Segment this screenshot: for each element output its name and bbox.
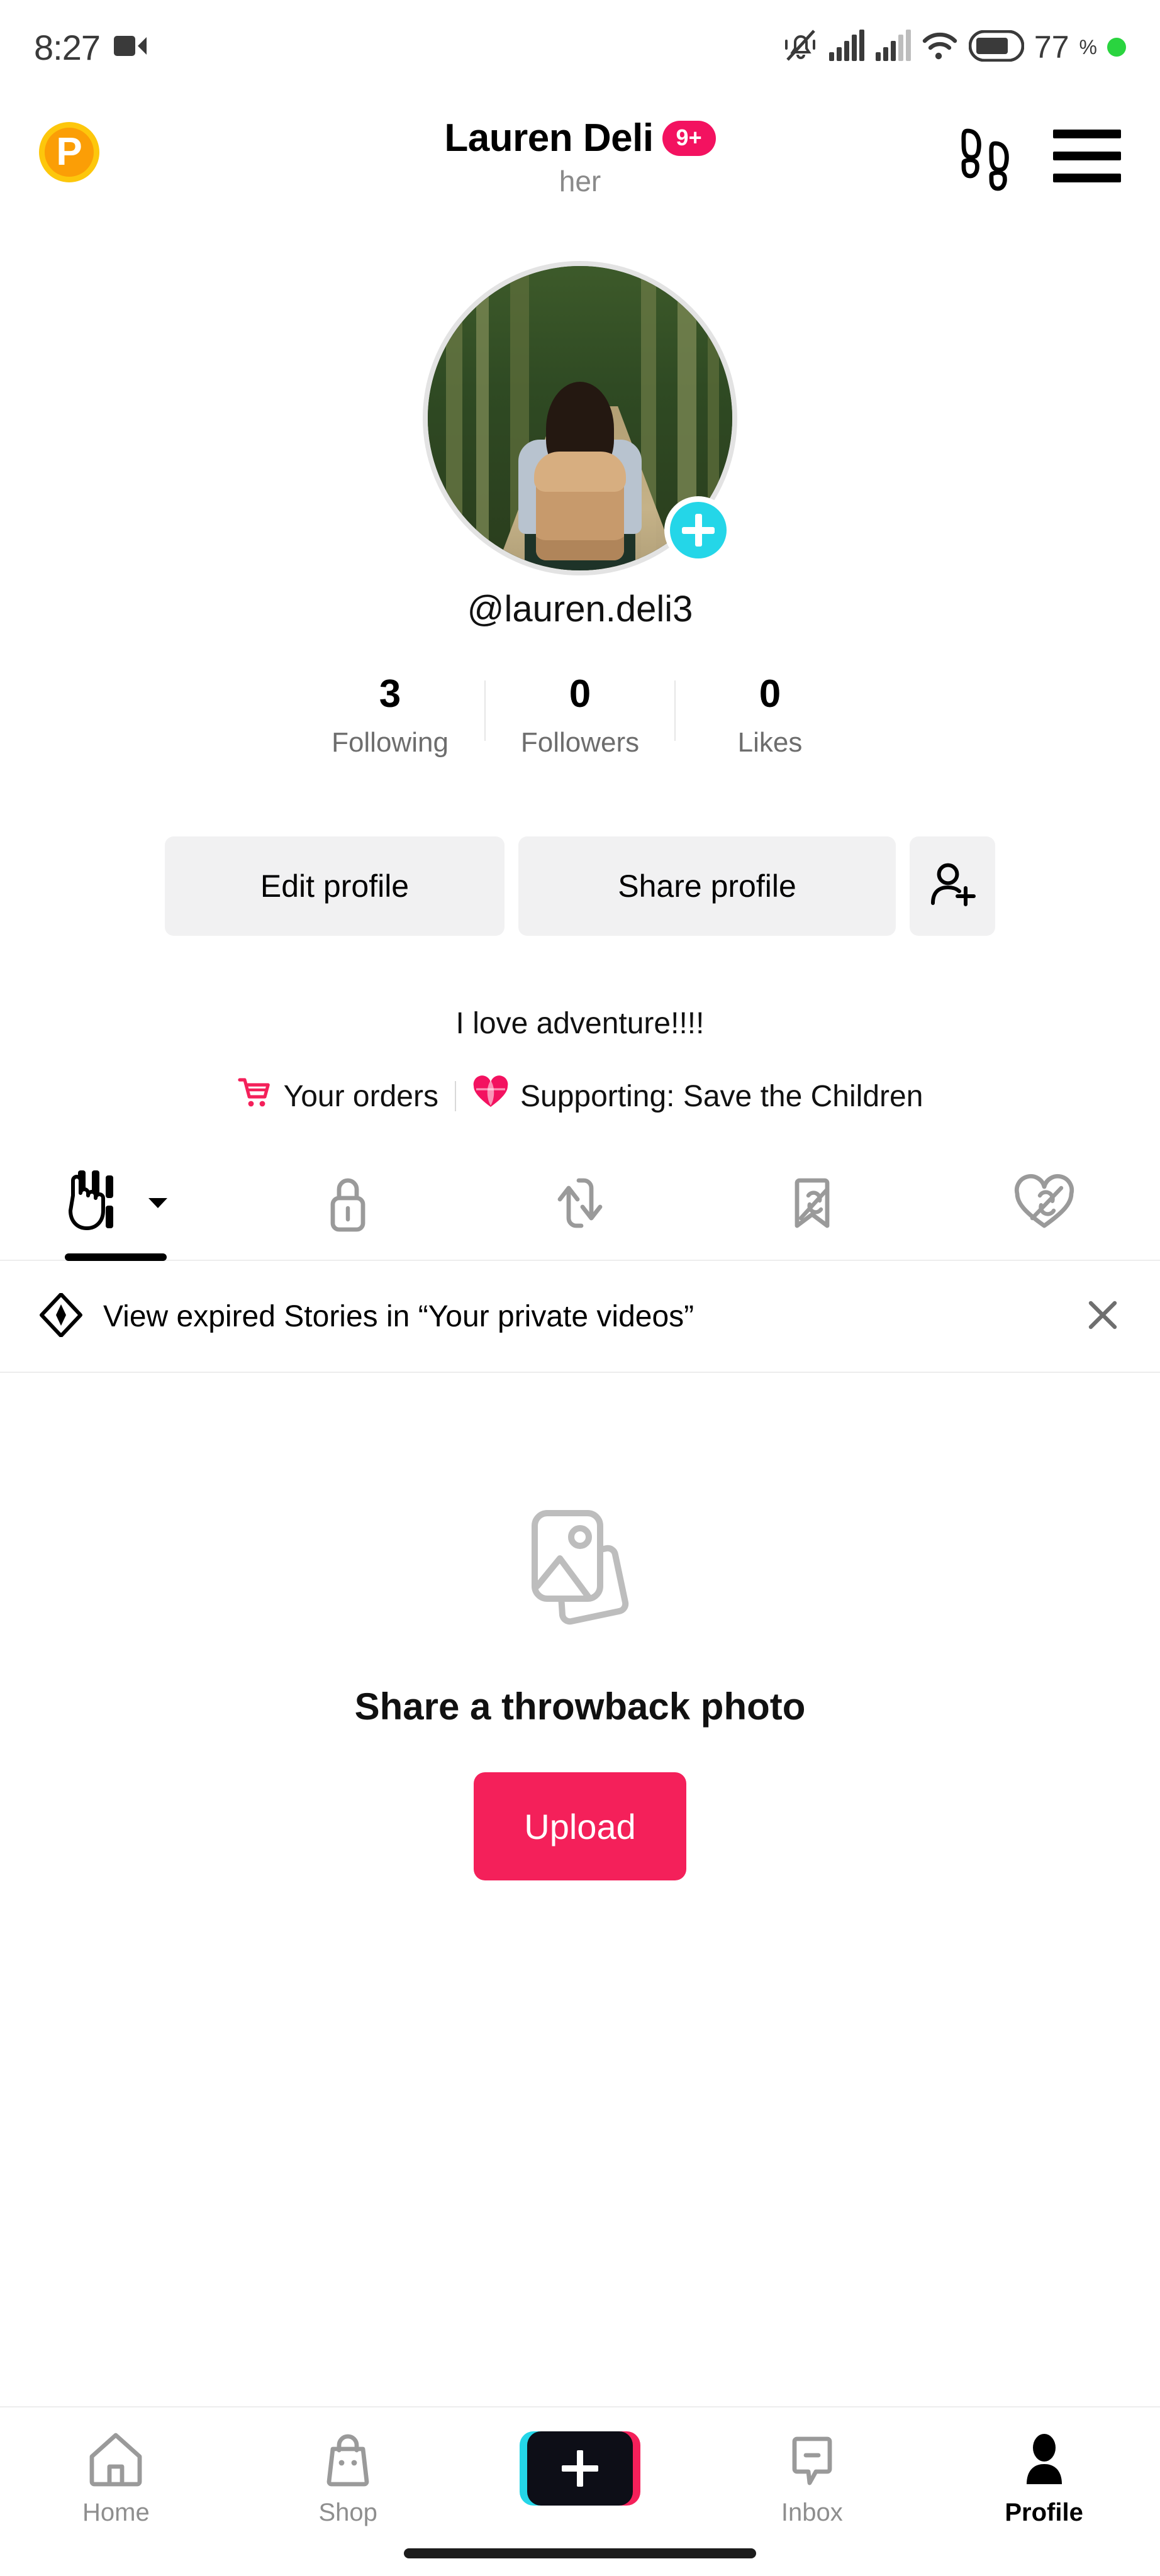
stat-label: Likes (737, 727, 803, 758)
nav-item-home[interactable]: Home (0, 2431, 232, 2527)
profile-bio: I love adventure!!!! (455, 1007, 705, 1040)
title-row[interactable]: Lauren Deli 9+ (444, 116, 716, 160)
hiker-backpack-flap (534, 452, 626, 492)
tab-liked[interactable] (928, 1160, 1160, 1260)
add-friends-button[interactable] (910, 836, 995, 936)
create-button-wrap[interactable] (519, 2431, 640, 2506)
nav-label: Inbox (781, 2499, 843, 2526)
empty-state-title: Share a throwback photo (354, 1685, 806, 1728)
nav-label: Shop (318, 2499, 377, 2526)
your-orders-link[interactable]: Your orders (237, 1076, 438, 1116)
nav-item-inbox[interactable]: Inbox (696, 2431, 928, 2527)
cellular-signal-icon (874, 29, 911, 65)
hamburger-line (1053, 130, 1121, 138)
home-icon (87, 2431, 145, 2490)
heart-hidden-icon (1013, 1173, 1075, 1236)
your-orders-label: Your orders (283, 1079, 438, 1113)
close-icon[interactable] (1085, 1297, 1121, 1336)
status-bar-left: 8:27 (34, 27, 147, 68)
lock-icon (320, 1173, 376, 1236)
tab-saved[interactable] (696, 1160, 928, 1260)
message-icon (783, 2431, 841, 2490)
nav-label: Profile (1005, 2499, 1083, 2526)
battery-icon (968, 30, 1025, 65)
nav-item-profile[interactable]: Profile (928, 2431, 1160, 2527)
shopping-cart-icon (237, 1076, 272, 1116)
share-profile-button[interactable]: Share profile (518, 836, 896, 936)
tab-private[interactable] (232, 1160, 464, 1260)
wifi-icon (921, 30, 959, 65)
profile-stats: 3 Following 0 Followers 0 Likes (0, 672, 1160, 758)
profile-header: P Lauren Deli 9+ her (0, 94, 1160, 208)
cellular-signal-icon (828, 29, 864, 65)
bell-muted-icon (784, 28, 818, 67)
supporting-label: Supporting: Save the Children (520, 1079, 923, 1113)
supporting-link[interactable]: Supporting: Save the Children (472, 1075, 923, 1117)
create-plus-icon[interactable] (519, 2431, 640, 2506)
profile-actions: Edit profile Share profile (0, 836, 1160, 936)
profile-tabs (0, 1160, 1160, 1261)
grid-posts-icon (63, 1168, 138, 1241)
stat-value: 0 (569, 672, 591, 716)
links-divider (454, 1081, 456, 1111)
stat-label: Following (332, 727, 449, 758)
banner-text: View expired Stories in “Your private vi… (103, 1299, 694, 1333)
status-bar-right: 77 % (784, 28, 1126, 67)
home-indicator (404, 2548, 756, 2558)
plus-glyph (561, 2450, 598, 2487)
upload-button[interactable]: Upload (474, 1772, 686, 1880)
tree-trunk (476, 266, 489, 570)
photo-stack-icon (511, 1503, 649, 1638)
stat-label: Followers (520, 727, 640, 758)
charity-heart-icon (472, 1075, 509, 1117)
empty-state: Share a throwback photo Upload (0, 1503, 1160, 1880)
tab-posts[interactable] (0, 1160, 232, 1261)
stat-value: 3 (379, 672, 401, 716)
privacy-indicator-dot (1107, 38, 1126, 57)
tiktok-profile-screen: 8:27 77 % P Lauren Deli 9+ her @lauren.d… (0, 0, 1160, 2576)
stat-value: 0 (759, 672, 781, 716)
stat-following[interactable]: 3 Following (296, 672, 484, 758)
hamburger-line (1053, 174, 1121, 182)
nav-item-create[interactable] (464, 2431, 696, 2514)
video-camera-icon (114, 33, 147, 62)
avatar-container[interactable] (423, 261, 737, 575)
notification-badge: 9+ (662, 120, 716, 156)
shopping-bag-icon (319, 2431, 377, 2490)
expired-stories-banner[interactable]: View expired Stories in “Your private vi… (0, 1261, 1160, 1373)
status-bar: 8:27 77 % (0, 0, 1160, 94)
hamburger-menu-icon[interactable] (1053, 130, 1121, 182)
sparkle-circle-icon (39, 1292, 83, 1340)
username[interactable]: @lauren.deli3 (0, 588, 1160, 630)
tree-trunk (446, 266, 463, 570)
nav-label: Home (82, 2499, 150, 2526)
tab-reposts[interactable] (464, 1160, 696, 1260)
status-time: 8:27 (34, 27, 101, 67)
repost-loop-icon (551, 1173, 609, 1236)
tab-active-underline (65, 1253, 167, 1261)
person-icon (1015, 2431, 1073, 2490)
profile-links-row: Your orders Supporting: Save the Childre… (0, 1075, 1160, 1117)
add-user-icon (928, 860, 977, 913)
chevron-down-icon (147, 1196, 169, 1214)
battery-unit: % (1079, 35, 1097, 58)
edit-profile-button[interactable]: Edit profile (165, 836, 505, 936)
hamburger-line (1053, 152, 1121, 160)
stat-likes[interactable]: 0 Likes (676, 672, 864, 758)
bookmark-hidden-icon (783, 1173, 841, 1236)
page-title: Lauren Deli (444, 116, 654, 160)
footsteps-icon[interactable] (955, 123, 1020, 196)
stat-followers[interactable]: 0 Followers (486, 672, 674, 758)
nav-item-shop[interactable]: Shop (232, 2431, 464, 2527)
battery-level: 77 (1034, 30, 1069, 65)
pronouns-label: her (559, 165, 601, 197)
add-story-plus-icon[interactable] (664, 496, 732, 564)
